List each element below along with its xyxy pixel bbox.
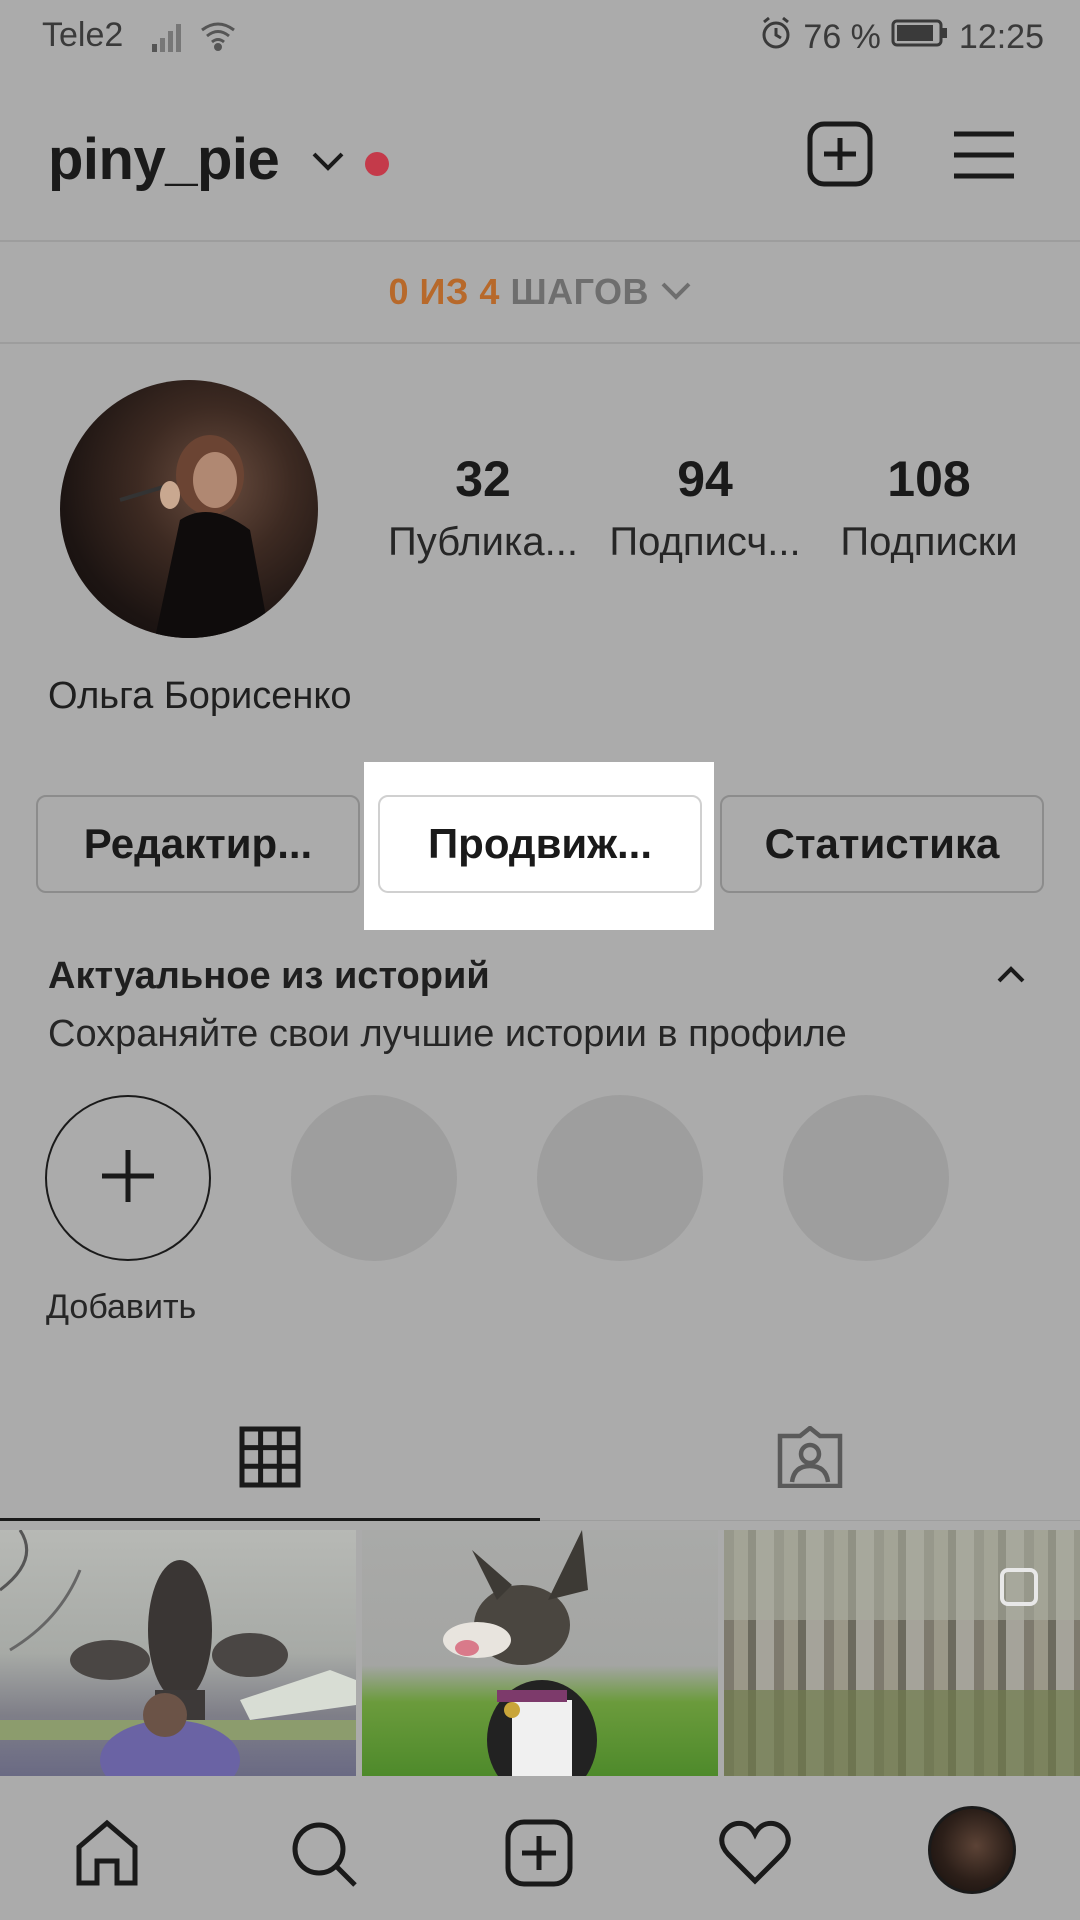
post-thumbnail[interactable] (362, 1530, 718, 1776)
battery-icon (891, 18, 949, 57)
add-icon[interactable] (494, 1808, 584, 1898)
edit-profile-button[interactable]: Редактир... (36, 795, 360, 893)
divider (0, 342, 1080, 344)
following-stat[interactable]: 108 Подписки (824, 450, 1034, 565)
add-highlight-button[interactable] (45, 1095, 211, 1261)
chevron-down-icon (660, 240, 692, 340)
home-icon[interactable] (62, 1808, 152, 1898)
insights-button[interactable]: Статистика (720, 795, 1044, 893)
highlight-placeholder (537, 1095, 703, 1261)
highlights-subtitle: Сохраняйте свои лучшие истории в профиле (48, 1013, 847, 1055)
full-name: Ольга Борисенко (48, 675, 352, 717)
menu-icon[interactable] (952, 130, 1016, 185)
profile-avatar[interactable] (60, 380, 318, 638)
tagged-icon (776, 1424, 844, 1493)
chevron-up-icon[interactable] (995, 955, 1027, 1000)
posts-label: Публика... (388, 520, 578, 564)
tab-grid[interactable] (0, 1400, 540, 1518)
post-thumbnail[interactable] (724, 1530, 1080, 1776)
wifi-icon (198, 20, 238, 57)
highlight-placeholder (783, 1095, 949, 1261)
posts-count: 32 (455, 451, 511, 507)
highlights-title: Актуальное из историй (48, 955, 490, 997)
highlight-placeholder (291, 1095, 457, 1261)
profile-avatar[interactable] (928, 1806, 1016, 1894)
notification-dot (365, 152, 389, 176)
heart-icon[interactable] (710, 1808, 800, 1898)
carrier-label: Tele2 (42, 16, 124, 54)
followers-label: Подписч... (609, 520, 801, 564)
search-icon[interactable] (278, 1808, 368, 1898)
signal-icon (150, 22, 186, 57)
following-label: Подписки (840, 520, 1018, 564)
plus-icon (98, 1146, 158, 1211)
steps-label: ШАГОВ (510, 271, 650, 312)
chevron-down-icon[interactable] (310, 148, 346, 179)
time-label: 12:25 (958, 18, 1044, 56)
followers-count: 94 (677, 451, 733, 507)
promote-button[interactable]: Продвиж... (378, 795, 702, 893)
posts-stat[interactable]: 32 Публика... (378, 450, 588, 565)
post-thumbnail[interactable] (0, 1530, 356, 1776)
battery-text: 76 % (803, 18, 881, 56)
status-bar: Tele2 76 % 12:25 (0, 0, 1080, 76)
grid-icon (239, 1426, 301, 1493)
username[interactable]: piny_pie (48, 126, 280, 193)
setup-steps-banner[interactable]: 0 ИЗ 4 ШАГОВ (0, 242, 1080, 342)
add-highlight-label: Добавить (46, 1288, 197, 1326)
tab-tagged[interactable] (540, 1400, 1080, 1518)
alarm-icon (759, 16, 793, 59)
status-right: 76 % 12:25 (759, 16, 1044, 59)
following-count: 108 (887, 451, 971, 507)
steps-progress: 0 ИЗ 4 (388, 271, 500, 312)
followers-stat[interactable]: 94 Подписч... (600, 450, 810, 565)
profile-header: piny_pie (0, 90, 1080, 240)
add-post-icon[interactable] (806, 120, 874, 193)
active-tab-indicator (0, 1518, 540, 1521)
